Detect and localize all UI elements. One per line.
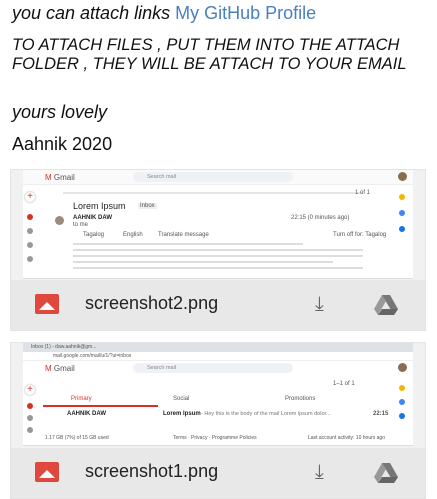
star-icon <box>27 415 33 421</box>
attachment-card-screenshot1[interactable]: Inbox (1) - daw.aahnik@gm... mail.google… <box>10 342 426 499</box>
storage-usage: 1.17 GB (7%) of 15 GB used <box>45 435 109 441</box>
attachment-card-screenshot2[interactable]: M Gmail Search mail + 1 of 1 Lorem Ipsum… <box>10 169 426 331</box>
body-line <box>73 249 363 251</box>
calendar-icon <box>399 210 405 216</box>
image-file-icon <box>35 294 59 314</box>
search-input: Search mail <box>133 363 293 373</box>
gmail-logo: M Gmail <box>45 364 75 373</box>
google-drive-icon[interactable] <box>373 294 399 316</box>
account-activity: Last account activity: 10 hours ago <box>308 435 385 441</box>
recipient: to me <box>73 222 89 228</box>
download-icon[interactable]: ⤓ <box>315 461 324 484</box>
clock-icon <box>27 242 33 248</box>
keep-icon <box>399 385 405 391</box>
gmail-header: M Gmail Search mail <box>23 170 413 185</box>
inbox-icon <box>27 214 33 220</box>
row-subject: Lorem Ipsum <box>163 411 201 417</box>
attach-instructions: TO ATTACH FILES , PUT THEM INTO THE ATTA… <box>12 36 407 73</box>
body-line <box>73 261 333 263</box>
row-snippet: - Hey this is the body of the mail Lorem… <box>201 411 331 417</box>
compose-icon: + <box>25 192 35 202</box>
image-file-icon <box>35 462 59 482</box>
github-profile-link[interactable]: My GitHub Profile <box>175 3 316 23</box>
tab-primary: Primary <box>71 396 92 402</box>
compose-icon: + <box>25 385 35 395</box>
attachment-filename[interactable]: screenshot1.png <box>85 461 218 482</box>
tasks-icon <box>399 226 405 232</box>
footer-links: Terms · Privacy · Programme Policies <box>173 435 257 441</box>
row-sender: AAHNIK DAW <box>67 411 106 417</box>
address-bar: mail.google.com/mail/u/1/?ui=inbox <box>23 352 413 361</box>
attachment-preview[interactable]: Inbox (1) - daw.aahnik@gm... mail.google… <box>23 343 413 446</box>
closing-text: yours lovely <box>12 102 108 122</box>
send-icon <box>27 256 33 262</box>
attachment-bar: screenshot1.png ⤓ <box>11 448 425 498</box>
download-icon[interactable]: ⤓ <box>315 293 324 316</box>
intro-line: you can attach links My GitHub Profile <box>12 3 316 24</box>
gmail-logo: M Gmail <box>45 173 75 182</box>
signature: Aahnik 2020 <box>12 134 113 154</box>
inbox-icon <box>27 403 33 409</box>
google-drive-icon[interactable] <box>373 462 399 484</box>
url-text: mail.google.com/mail/u/1/?ui=inbox <box>53 353 132 359</box>
inbox-badge: Inbox <box>138 203 157 209</box>
star-icon <box>27 228 33 234</box>
sender-name: AAHNIK DAW <box>73 215 112 221</box>
translate-message: Translate message <box>158 232 209 238</box>
search-input: Search mail <box>133 172 293 182</box>
clock-icon <box>27 427 33 433</box>
translate-to: English <box>123 232 143 238</box>
intro-text: you can attach links <box>12 3 176 23</box>
tab-social: Social <box>173 396 190 402</box>
translate-off: Turn off for: Tagalog <box>333 232 387 238</box>
primary-underline <box>43 405 158 407</box>
translate-from: Tagalog <box>83 232 105 238</box>
attachment-preview[interactable]: M Gmail Search mail + 1 of 1 Lorem Ipsum… <box>23 170 413 279</box>
attachment-filename[interactable]: screenshot2.png <box>85 293 218 314</box>
sender-avatar <box>55 216 64 225</box>
email-subject: Lorem Ipsum <box>73 201 126 211</box>
browser-tab: Inbox (1) - daw.aahnik@gm... <box>31 344 97 350</box>
calendar-icon <box>399 399 405 405</box>
email-time: 22:15 (0 minutes ago) <box>291 215 350 221</box>
body-line <box>73 267 363 269</box>
body-line <box>73 255 363 257</box>
tab-promotions: Promotions <box>285 396 316 402</box>
page-counter: 1 of 1 <box>355 190 371 196</box>
page-counter: 1–1 of 1 <box>333 381 355 387</box>
attachment-bar: screenshot2.png ⤓ <box>11 280 425 330</box>
avatar <box>398 172 407 181</box>
body-line <box>73 243 303 245</box>
avatar <box>398 363 407 372</box>
tasks-icon <box>399 413 405 419</box>
toolbar-divider <box>63 192 363 194</box>
keep-icon <box>399 194 405 200</box>
row-time: 22:15 <box>373 411 389 417</box>
